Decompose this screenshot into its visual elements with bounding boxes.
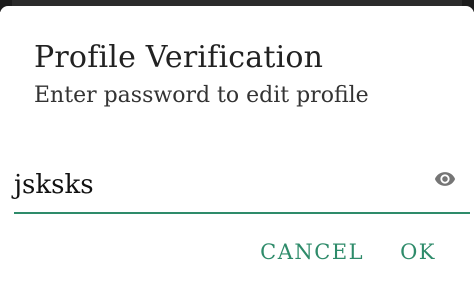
ok-button[interactable]: OK — [400, 240, 436, 264]
password-input[interactable]: jsksks — [14, 170, 94, 200]
password-field[interactable]: jsksks — [14, 156, 470, 214]
dialog-message: Enter password to edit profile — [34, 83, 369, 108]
password-field-underline — [14, 212, 470, 214]
cancel-button[interactable]: CANCEL — [260, 240, 364, 264]
dialog-actions: CANCEL OK — [260, 240, 436, 264]
eye-icon[interactable] — [430, 168, 460, 190]
profile-verification-dialog: Profile Verification Enter password to e… — [0, 6, 474, 285]
dialog-title: Profile Verification — [34, 40, 324, 75]
